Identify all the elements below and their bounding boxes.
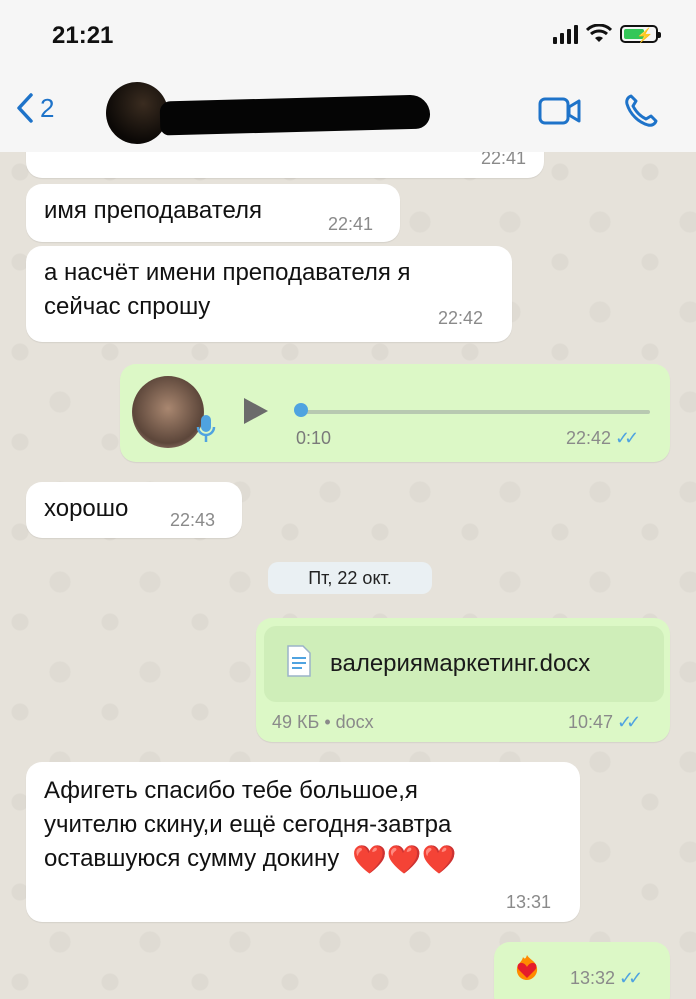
message-line: учителю скину,и ещё сегодня-завтра xyxy=(44,811,452,838)
voice-progress-track[interactable] xyxy=(298,410,650,414)
document-icon xyxy=(287,645,311,677)
message-time: 22:42 xyxy=(438,308,484,328)
wifi-icon xyxy=(586,24,612,42)
unread-count: 2 xyxy=(40,92,55,123)
signal-icon xyxy=(553,24,578,44)
message-time: 22:41 xyxy=(328,214,374,234)
message-time: 22:41 xyxy=(480,152,526,168)
message-time: 22:42 xyxy=(566,428,612,448)
back-button[interactable]: 2 xyxy=(16,92,54,124)
message-line: Афигеть спасибо тебе большое,я xyxy=(44,777,418,804)
message-meta: 13:32 ✓✓ xyxy=(570,968,643,989)
document-card[interactable]: валериямаркетинг.docx xyxy=(264,626,664,702)
contact-name-redacted[interactable] xyxy=(159,94,431,136)
message-time: 22:43 xyxy=(170,510,216,530)
message-time: 10:47 xyxy=(568,712,614,732)
status-icons: ⚡ xyxy=(553,24,661,44)
chevron-left-icon xyxy=(17,93,33,123)
chat-header: 2 xyxy=(0,74,696,153)
voice-message-bubble[interactable]: 0:10 22:42 ✓✓ xyxy=(120,364,670,462)
message-line: оставшуюся сумму докину ❤️❤️❤️ xyxy=(44,842,457,876)
chat-area[interactable]: 22:41 имя преподавателя 22:41 а насчёт и… xyxy=(0,152,696,999)
read-checks-icon: ✓✓ xyxy=(617,712,641,732)
date-separator: Пт, 22 окт. xyxy=(268,562,432,594)
voice-sender-avatar xyxy=(132,376,204,448)
status-time: 21:21 xyxy=(52,22,114,49)
phone-call-icon[interactable] xyxy=(622,92,660,130)
message-line: а насчёт имени преподавателя я xyxy=(44,259,411,286)
message-text: Афигеть спасибо тебе большое,я учителю с… xyxy=(44,774,457,876)
message-line: сейчас спрошу xyxy=(44,293,211,320)
read-checks-icon: ✓✓ xyxy=(615,428,639,448)
hearts-emoji: ❤️❤️❤️ xyxy=(351,843,457,875)
message-bubble-incoming[interactable]: а насчёт имени преподавателя я сейчас сп… xyxy=(26,246,512,342)
status-bar: 21:21 ⚡ xyxy=(0,0,696,74)
play-icon[interactable] xyxy=(244,398,268,424)
contact-avatar[interactable] xyxy=(106,82,168,144)
message-bubble-incoming[interactable]: Афигеть спасибо тебе большое,я учителю с… xyxy=(26,762,580,922)
heart-on-fire-emoji-icon xyxy=(516,955,538,980)
message-meta: 22:42 ✓✓ xyxy=(566,428,639,449)
voice-progress-handle[interactable] xyxy=(294,403,308,417)
message-bubble-incoming[interactable]: 22:41 xyxy=(26,152,544,178)
message-bubble-incoming[interactable]: хорошо 22:43 xyxy=(26,482,242,538)
message-bubble-incoming[interactable]: имя преподавателя 22:41 xyxy=(26,184,400,242)
voice-duration: 0:10 xyxy=(296,428,332,448)
message-meta: 10:47 ✓✓ xyxy=(568,712,641,733)
video-call-icon[interactable] xyxy=(538,96,582,126)
message-meta: 22:41 xyxy=(481,152,526,169)
read-checks-icon: ✓✓ xyxy=(619,968,643,988)
document-file-name: валериямаркетинг.docx xyxy=(330,650,591,677)
message-text: имя преподавателя xyxy=(44,197,263,224)
message-text: а насчёт имени преподавателя я сейчас сп… xyxy=(44,256,411,324)
message-text: хорошо xyxy=(44,495,129,522)
message-time: 13:31 xyxy=(506,892,552,912)
microphone-icon xyxy=(196,415,216,442)
message-time: 13:32 xyxy=(570,968,616,988)
message-line-text: оставшуюся сумму докину xyxy=(44,845,340,872)
document-info: 49 КБ • docx xyxy=(272,712,374,732)
document-message-bubble[interactable]: валериямаркетинг.docx 49 КБ • docx 10:47… xyxy=(256,618,670,742)
battery-icon: ⚡ xyxy=(620,25,661,43)
message-bubble-outgoing[interactable]: 13:32 ✓✓ xyxy=(494,942,670,999)
